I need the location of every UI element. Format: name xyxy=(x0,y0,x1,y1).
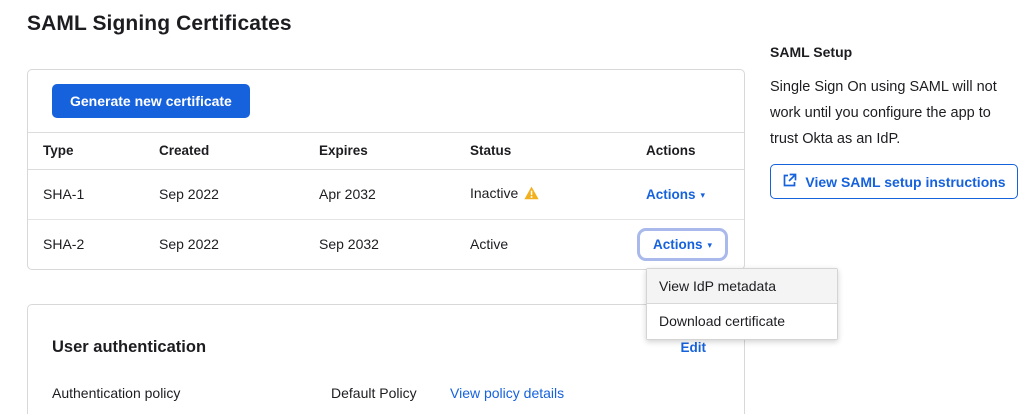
certificates-card: Generate new certificate Type Created Ex… xyxy=(27,69,745,270)
certificates-table: Type Created Expires Status Actions SHA-… xyxy=(28,133,744,269)
cell-created: Sep 2022 xyxy=(144,219,304,269)
cell-actions: Actions▾ xyxy=(631,169,744,219)
edit-link[interactable]: Edit xyxy=(681,340,707,355)
view-policy-details-link[interactable]: View policy details xyxy=(450,385,564,401)
cell-expires: Sep 2032 xyxy=(304,219,455,269)
saml-setup-title: SAML Setup xyxy=(770,44,1020,60)
generate-certificate-button[interactable]: Generate new certificate xyxy=(52,84,250,118)
saml-setup-description: Single Sign On using SAML will not work … xyxy=(770,74,1020,152)
authentication-policy-row: Authentication policy Default Policy Vie… xyxy=(28,385,744,401)
column-header-type: Type xyxy=(28,133,144,169)
column-header-status: Status xyxy=(455,133,631,169)
menu-item-view-idp-metadata[interactable]: View IdP metadata xyxy=(647,269,837,304)
policy-label: Authentication policy xyxy=(52,385,331,401)
warning-triangle-icon xyxy=(524,186,539,203)
user-auth-title: User authentication xyxy=(52,338,206,357)
view-saml-setup-instructions-button[interactable]: View SAML setup instructions xyxy=(770,164,1018,199)
status-text: Inactive xyxy=(470,185,518,201)
policy-value: Default Policy xyxy=(331,385,450,401)
cell-actions: Actions▾ xyxy=(631,219,744,269)
caret-down-icon: ▾ xyxy=(701,190,706,200)
menu-item-download-certificate[interactable]: Download certificate xyxy=(647,304,837,339)
status-text: Active xyxy=(470,236,508,252)
saml-setup-panel: SAML Setup Single Sign On using SAML wil… xyxy=(770,44,1020,199)
main-column: SAML Signing Certificates Generate new c… xyxy=(0,0,745,414)
table-header-row: Type Created Expires Status Actions xyxy=(28,133,744,169)
column-header-expires: Expires xyxy=(304,133,455,169)
cell-type: SHA-1 xyxy=(28,169,144,219)
column-header-created: Created xyxy=(144,133,304,169)
cell-status: Active xyxy=(455,219,631,269)
column-header-actions: Actions xyxy=(631,133,744,169)
cell-created: Sep 2022 xyxy=(144,169,304,219)
cell-expires: Apr 2032 xyxy=(304,169,455,219)
user-auth-header: User authentication Edit xyxy=(28,305,744,357)
table-row-sha1: SHA-1 Sep 2022 Apr 2032 Inactive Actions… xyxy=(28,169,744,219)
actions-dropdown-button-sha1[interactable]: Actions▾ xyxy=(646,187,705,202)
actions-dropdown-button-sha2[interactable]: Actions▾ xyxy=(653,237,712,252)
actions-button-focus-ring: Actions▾ xyxy=(637,228,728,261)
cell-status: Inactive xyxy=(455,169,631,219)
cell-type: SHA-2 xyxy=(28,219,144,269)
certificates-toolbar: Generate new certificate xyxy=(28,70,744,133)
page-title: SAML Signing Certificates xyxy=(27,12,745,36)
caret-down-icon: ▾ xyxy=(708,240,713,250)
page-layout: SAML Signing Certificates Generate new c… xyxy=(0,0,1027,414)
external-link-icon xyxy=(782,173,797,191)
actions-dropdown-menu: View IdP metadata Download certificate xyxy=(646,268,838,340)
table-row-sha2: SHA-2 Sep 2022 Sep 2032 Active Actions▾ xyxy=(28,219,744,269)
user-authentication-card: User authentication Edit Authentication … xyxy=(27,304,745,414)
